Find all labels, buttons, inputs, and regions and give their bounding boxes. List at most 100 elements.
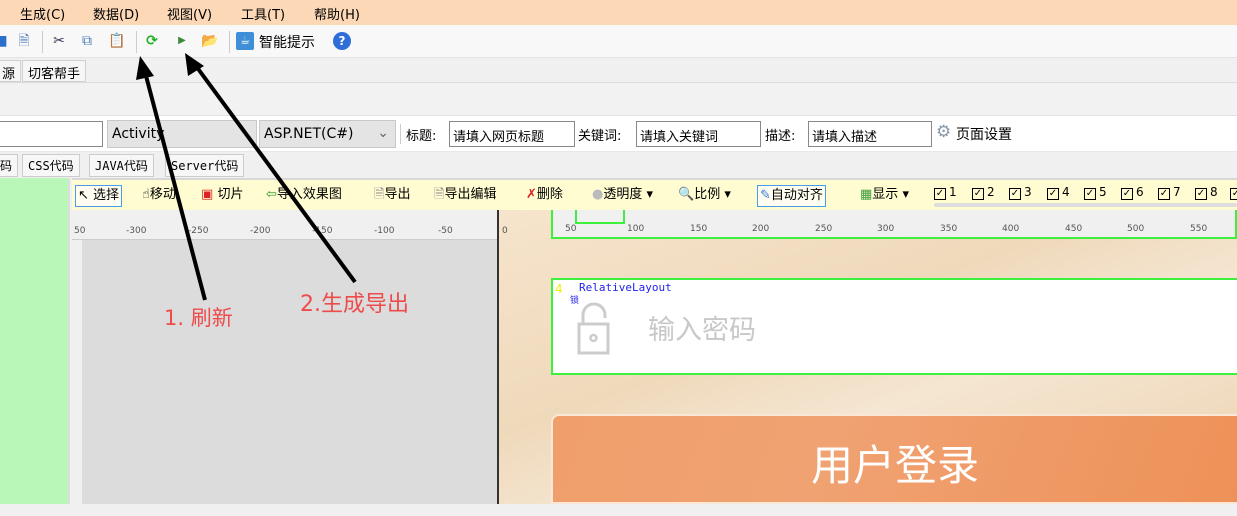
annotation-refresh: 1. 刷新	[164, 306, 233, 330]
vertical-ruler: 600 650 700 750 800	[72, 240, 101, 505]
ruler-label: -50	[438, 226, 453, 236]
copy-icon[interactable]: ⧉	[78, 32, 96, 50]
hand-icon: ☝	[142, 187, 150, 202]
relative-layout-box[interactable]: 4 RelativeLayout 锁 输入密码	[551, 278, 1237, 375]
layer-label: 5	[1099, 185, 1107, 199]
ruler-label: 550	[1190, 224, 1208, 234]
unlock-icon	[577, 302, 610, 355]
main-toolbar: ■ 🗎 ✂ ⧉ 📋 ⟳ ▶ 📂 ☕ 智能提示 ?	[0, 25, 1237, 58]
menu-generate[interactable]: 生成(C)	[20, 4, 65, 23]
activity-select[interactable]: Activity	[107, 120, 257, 148]
layer-checkbox[interactable]: ✓ 7	[1158, 185, 1181, 200]
sub-element-box[interactable]	[575, 210, 625, 224]
auto-align-label: 自动对齐	[770, 188, 823, 203]
ruler-label: 50	[565, 224, 577, 234]
code-tabs: 码 CSS代码 JAVA代码 Server代码	[0, 152, 1237, 178]
horizontal-ruler: 50 -300 -250 -200 -150 -100 -50	[72, 210, 497, 240]
ruler-label: 50	[74, 226, 86, 236]
layer-label: 7	[1173, 185, 1181, 199]
layer-slider[interactable]	[934, 203, 1237, 207]
ruler-label: -150	[312, 226, 333, 236]
ruler-label: 250	[815, 224, 833, 234]
tab-java-code[interactable]: JAVA代码	[89, 154, 154, 177]
language-select[interactable]: ASP.NET(C#) ⌄	[259, 120, 396, 148]
layer-checkbox[interactable]: ✓ 6	[1121, 185, 1144, 200]
cut-icon[interactable]: ✂	[50, 32, 68, 50]
opacity-dropdown[interactable]: ●透明度 ▾	[590, 185, 655, 207]
separator	[42, 31, 43, 53]
import-button[interactable]: ⇦导入效果图	[264, 185, 344, 207]
move-label: 移动	[149, 187, 176, 202]
name-input[interactable]	[0, 121, 103, 147]
menu-tools[interactable]: 工具(T)	[241, 4, 285, 23]
menu-data[interactable]: 数据(D)	[93, 4, 139, 23]
delete-icon: ✗	[526, 187, 537, 202]
tab-code[interactable]: 码	[0, 154, 19, 177]
help-icon[interactable]: ?	[333, 32, 351, 50]
top-tabs: 源 切客帮手	[0, 59, 1237, 83]
scale-dropdown[interactable]: 🔍比例 ▾	[676, 185, 733, 207]
gear-icon[interactable]: ⚙	[936, 122, 951, 142]
auto-align-toggle[interactable]: ✎自动对齐	[757, 185, 826, 207]
title-input[interactable]: 请填入网页标题	[449, 121, 575, 147]
layer-checkbox[interactable]: ✓ 4	[1047, 185, 1070, 200]
keywords-input[interactable]: 请填入关键词	[636, 121, 761, 147]
activity-value: Activity	[112, 126, 165, 142]
import-label: 导入效果图	[276, 187, 342, 202]
separator	[229, 31, 230, 53]
top-element-box[interactable]: 50 100 150 200 250 300 350 400 450 500 5…	[551, 210, 1237, 239]
page-settings-button[interactable]: 页面设置	[956, 124, 1012, 144]
menu-view[interactable]: 视图(V)	[167, 4, 212, 23]
chevron-down-icon: ⌄	[377, 125, 389, 141]
paste-icon[interactable]: 📋	[108, 32, 126, 50]
layer-checkbox[interactable]: ✓ 8	[1195, 185, 1218, 200]
tab-server-code[interactable]: Server代码	[165, 154, 245, 177]
layer-number: 4	[555, 282, 563, 296]
description-input[interactable]: 请填入描述	[808, 121, 932, 147]
layer-checkbox[interactable]: ✓ 3	[1009, 185, 1032, 200]
layer-checkbox[interactable]: ✓ 5	[1084, 185, 1107, 200]
layer-checkbox[interactable]: ✓ 1	[934, 185, 957, 200]
move-tool[interactable]: ☝移动	[140, 185, 178, 207]
export-button[interactable]: 🗎导出	[372, 185, 412, 207]
slice-label: 切片	[217, 187, 244, 202]
smart-hint-icon[interactable]: ☕	[236, 32, 254, 50]
description-label: 描述:	[765, 129, 796, 144]
layer-checkbox[interactable]: ✓ 2	[972, 185, 995, 200]
login-button[interactable]: 用户登录	[551, 414, 1237, 504]
layer-label: 1	[949, 185, 957, 199]
refresh-icon[interactable]: ⟳	[143, 32, 161, 50]
layer-label: 6	[1136, 185, 1144, 199]
delete-button[interactable]: ✗删除	[524, 185, 565, 207]
ruler-label: 500	[1127, 224, 1145, 234]
separator	[136, 31, 137, 53]
select-tool[interactable]: ↖ 选择	[75, 185, 123, 207]
smart-hint-button[interactable]: 智能提示	[259, 32, 315, 52]
run-export-icon[interactable]: ▶	[173, 32, 191, 50]
save-icon[interactable]: ■	[0, 32, 10, 50]
tab-css-code[interactable]: CSS代码	[22, 154, 80, 177]
tab-cutter-helper[interactable]: 切客帮手	[22, 60, 87, 82]
display-dropdown[interactable]: ▦显示 ▾	[858, 185, 911, 207]
layer-label: 3	[1024, 185, 1032, 199]
export-edit-button[interactable]: 🗎导出编辑	[432, 185, 498, 207]
slice-icon: ▣	[201, 187, 214, 202]
open-folder-icon[interactable]: 📂	[201, 32, 219, 50]
menu-help[interactable]: 帮助(H)	[314, 4, 360, 23]
sub-toolbar	[0, 84, 1237, 116]
ruler-label: 300	[877, 224, 895, 234]
slice-tool[interactable]: ▣ 切片	[199, 185, 245, 207]
print-preview-icon[interactable]: 🗎	[15, 32, 33, 50]
layer-label: 4	[1062, 185, 1070, 199]
export-label: 导出	[384, 187, 411, 202]
ruler-label: 400	[1002, 224, 1020, 234]
tab-source[interactable]: 源	[0, 60, 22, 82]
grid-icon: ▦	[860, 187, 873, 202]
layer-checkbox[interactable]: ✓	[1230, 185, 1237, 200]
ruler-label: -200	[250, 226, 271, 236]
display-label: 显示	[872, 187, 899, 202]
pen-icon: ✎	[760, 188, 771, 203]
opacity-label: 透明度	[603, 187, 643, 202]
scale-label: 比例	[694, 187, 721, 202]
menu-bar: 生成(C) 数据(D) 视图(V) 工具(T) 帮助(H)	[0, 0, 1237, 25]
